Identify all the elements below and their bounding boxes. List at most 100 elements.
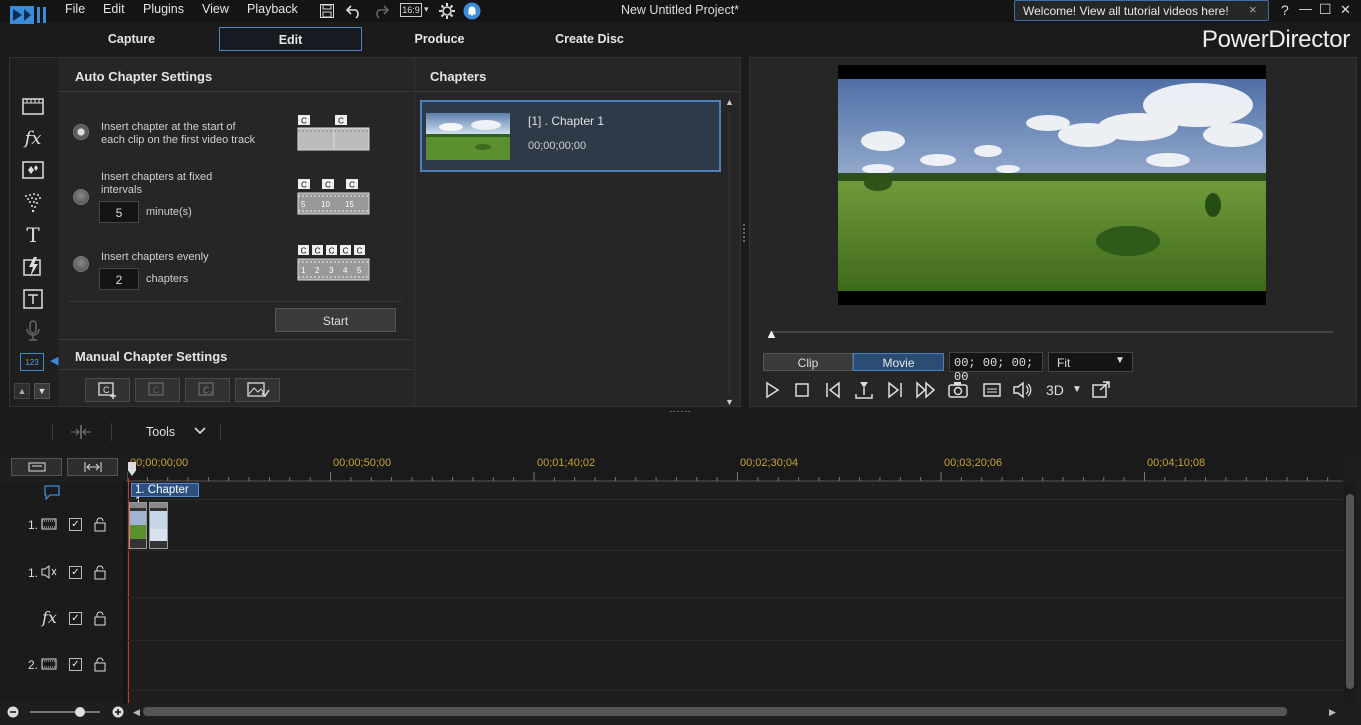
movie-mode-button[interactable]: Movie	[853, 353, 944, 371]
welcome-tooltip[interactable]: Welcome! View all tutorial videos here!	[1014, 0, 1269, 21]
preview-timecode[interactable]: 00; 00; 00; 00	[949, 352, 1043, 384]
fit-timeline-button[interactable]	[67, 458, 118, 476]
split-clip-icon[interactable]	[69, 424, 93, 440]
menu-view[interactable]: View	[202, 2, 229, 16]
redo-icon[interactable]	[372, 3, 390, 19]
zoom-slider-handle[interactable]	[75, 707, 85, 717]
microphone-icon[interactable]	[20, 318, 46, 344]
subtitle-room-icon[interactable]	[20, 286, 46, 312]
3d-mode-button[interactable]: 3D	[1046, 382, 1064, 398]
welcome-close-icon[interactable]: ×	[1249, 2, 1257, 17]
subtitle-toggle-icon[interactable]	[981, 380, 1003, 400]
tab-edit[interactable]: Edit	[219, 27, 362, 51]
transition-room-icon[interactable]	[20, 254, 46, 280]
particle-room-icon[interactable]	[20, 190, 46, 216]
auto-chapter-divider	[59, 91, 412, 92]
pip-room-icon[interactable]	[20, 157, 46, 183]
app-logo	[10, 3, 50, 25]
aspect-ratio-button[interactable]: 16:9	[400, 3, 422, 17]
remove-chapter-button[interactable]: C	[135, 378, 180, 402]
track-enable-checkbox[interactable]: ✓	[69, 518, 82, 531]
volume-icon[interactable]	[1012, 380, 1034, 400]
sidebar-scroll-down[interactable]: ▼	[34, 383, 50, 399]
menu-file[interactable]: File	[65, 2, 85, 16]
hscroll-right-icon[interactable]: ▶	[1329, 707, 1336, 718]
play-icon[interactable]	[761, 380, 783, 400]
panel-resize-handle[interactable]	[743, 224, 745, 242]
interval-minutes-input[interactable]: 5	[99, 201, 139, 223]
settings-gear-icon[interactable]	[438, 2, 456, 20]
fast-forward-icon[interactable]	[915, 380, 937, 400]
track-number: 1.	[28, 518, 39, 532]
track-enable-checkbox[interactable]: ✓	[69, 566, 82, 579]
zoom-slider-track[interactable]	[30, 711, 100, 713]
fx-room-icon[interactable]: fx	[20, 125, 46, 151]
hscroll-left-icon[interactable]: ◀	[133, 707, 140, 718]
maximize-icon[interactable]: ☐	[1319, 1, 1332, 18]
help-icon[interactable]: ?	[1281, 2, 1289, 18]
timeline-horizontal-thumb[interactable]	[143, 707, 1287, 716]
notification-bell-icon[interactable]	[463, 2, 481, 20]
set-thumbnail-button[interactable]	[235, 378, 280, 402]
menu-playback[interactable]: Playback	[247, 2, 298, 16]
track-enable-checkbox[interactable]: ✓	[69, 658, 82, 671]
radio-fixed-intervals[interactable]	[73, 189, 89, 205]
zoom-fit-value: Fit	[1057, 356, 1071, 370]
mark-in-icon[interactable]	[853, 380, 875, 400]
menu-plugins[interactable]: Plugins	[143, 2, 184, 16]
tab-produce[interactable]: Produce	[368, 27, 511, 51]
aspect-chevron-icon[interactable]: ▾	[424, 4, 429, 15]
tools-chevron-icon[interactable]	[194, 426, 206, 436]
title-room-icon[interactable]: T	[20, 222, 46, 248]
active-room-indicator: ◀	[50, 355, 59, 367]
track-lock-icon[interactable]	[93, 564, 107, 580]
timeline-chapter-marker[interactable]: 1. Chapter 1	[131, 483, 199, 508]
svg-text:3: 3	[329, 266, 334, 275]
timeline-view-button[interactable]	[11, 458, 62, 476]
chapter-list-item[interactable]: [1] . Chapter 1 00;00;00;00	[420, 100, 721, 172]
chapters-scroll-down[interactable]: ▼	[725, 397, 734, 407]
zoom-out-icon[interactable]	[7, 706, 19, 718]
video-clip[interactable]	[129, 502, 147, 549]
track-lock-icon[interactable]	[93, 516, 107, 532]
close-window-icon[interactable]: ✕	[1340, 2, 1351, 18]
undo-icon[interactable]	[345, 3, 363, 19]
3d-chevron-icon[interactable]: ▼	[1072, 384, 1082, 395]
clip-mode-button[interactable]: Clip	[763, 353, 853, 371]
chapters-divider	[414, 91, 740, 92]
chapters-scroll-up[interactable]: ▲	[725, 97, 734, 107]
sidebar-scroll-up[interactable]: ▲	[14, 383, 30, 399]
track-enable-checkbox[interactable]: ✓	[69, 612, 82, 625]
preview-scrubber-handle[interactable]: ▲	[765, 326, 778, 341]
track-lock-icon[interactable]	[93, 656, 107, 672]
tools-menu-button[interactable]: Tools	[146, 425, 175, 439]
chapter-room-icon[interactable]: 123	[20, 353, 44, 371]
timeline-vertical-thumb[interactable]	[1346, 494, 1354, 689]
options-divider	[69, 301, 402, 302]
chapter-count-input[interactable]: 2	[99, 268, 139, 290]
media-room-icon[interactable]	[20, 93, 46, 119]
radio-evenly[interactable]	[73, 256, 89, 272]
chapters-scrollbar[interactable]	[728, 112, 731, 394]
previous-frame-icon[interactable]	[822, 380, 844, 400]
next-frame-icon[interactable]	[884, 380, 906, 400]
menu-edit[interactable]: Edit	[103, 2, 125, 16]
tab-create-disc[interactable]: Create Disc	[518, 27, 661, 51]
start-button[interactable]: Start	[275, 308, 396, 332]
reset-chapter-button[interactable]: C	[185, 378, 230, 402]
preview-scrubber-track[interactable]	[771, 331, 1333, 333]
svg-text:15: 15	[345, 200, 354, 209]
add-chapter-button[interactable]: C	[85, 378, 130, 402]
stop-icon[interactable]	[791, 380, 813, 400]
save-icon[interactable]	[319, 3, 335, 19]
track-lock-icon[interactable]	[93, 610, 107, 626]
tab-capture[interactable]: Capture	[60, 27, 203, 51]
video-clip[interactable]	[149, 502, 168, 549]
snapshot-camera-icon[interactable]	[947, 380, 969, 400]
undock-preview-icon[interactable]	[1090, 380, 1112, 400]
zoom-in-icon[interactable]	[112, 706, 124, 718]
radio-each-clip[interactable]	[73, 124, 89, 140]
minimize-icon[interactable]: —	[1299, 1, 1312, 16]
svg-text:C: C	[338, 117, 344, 126]
zoom-fit-select[interactable]: Fit ▼	[1048, 352, 1133, 372]
